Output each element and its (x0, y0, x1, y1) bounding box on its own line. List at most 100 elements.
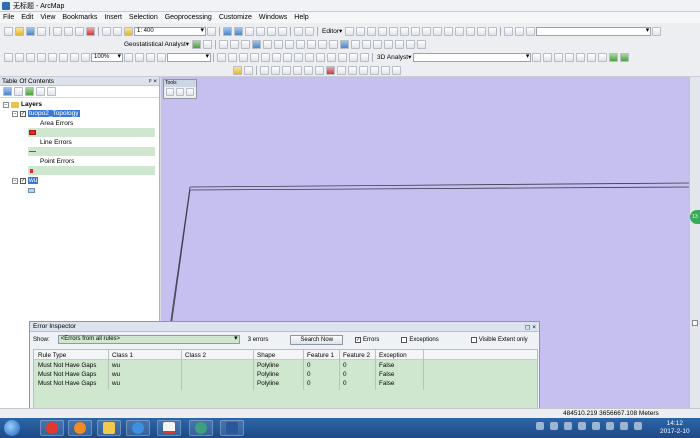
tray-icon[interactable] (564, 422, 572, 430)
list-by-source-icon[interactable] (14, 87, 23, 96)
editor-toolbar-icon[interactable] (207, 26, 216, 36)
close-icon[interactable]: × (532, 324, 536, 331)
cell-class-1[interactable]: wu (110, 379, 120, 388)
layout-page-combo[interactable] (167, 52, 211, 62)
column-header-exception[interactable]: Exception (377, 351, 407, 360)
identify-icon[interactable] (340, 39, 350, 49)
time-slider-icon[interactable] (406, 39, 416, 49)
draw-font-icon[interactable] (261, 52, 270, 62)
layer-visibility-checkbox[interactable]: ✓ (20, 177, 26, 184)
3d-line-icon[interactable] (543, 52, 553, 62)
cell-rule-type[interactable]: Must Not Have Gaps (36, 370, 96, 379)
exceptions-checkbox[interactable] (401, 336, 408, 343)
marker-color-icon[interactable] (338, 52, 347, 62)
map-feature-line[interactable] (189, 186, 691, 191)
focus-data-frame-icon[interactable] (135, 52, 144, 62)
start-button-icon[interactable] (4, 420, 20, 436)
topology-construct-icon[interactable] (337, 65, 346, 75)
maximize-icon[interactable]: ◻ (525, 324, 530, 331)
dock-tab-icon[interactable]: 13 (690, 210, 700, 224)
clock[interactable]: 14:12 2017-2-10 (660, 420, 690, 436)
go-to-xy-icon[interactable] (395, 39, 405, 49)
cell-feature-1[interactable]: 0 (305, 370, 311, 379)
layout-pan-icon[interactable] (26, 52, 35, 62)
georeferencing-icon[interactable] (360, 52, 369, 62)
point-errors-symbol[interactable] (30, 166, 33, 175)
area-errors-symbol[interactable] (29, 128, 36, 137)
collapse-icon[interactable]: − (12, 110, 18, 117)
undo-icon[interactable] (102, 26, 111, 36)
cell-class-1[interactable]: wu (110, 370, 120, 379)
tray-icon[interactable] (634, 422, 642, 430)
georef-icon[interactable] (504, 26, 514, 36)
geostatistical-analyst-menu[interactable]: Geostatistical Analyst▾ (124, 40, 189, 48)
draw-underline-icon[interactable] (294, 52, 303, 62)
line-color-icon[interactable] (327, 52, 336, 62)
3d-contour-icon[interactable] (565, 52, 575, 62)
draw-bold-icon[interactable] (272, 52, 281, 62)
cell-feature-1[interactable]: 0 (305, 379, 311, 388)
tray-icon[interactable] (550, 422, 558, 430)
cell-shape[interactable]: Polyline (255, 379, 279, 388)
wu-symbol[interactable] (28, 186, 35, 195)
fixed-zoom-out-icon[interactable] (274, 39, 284, 49)
collapse-icon[interactable]: − (3, 101, 9, 108)
georef-icon-3[interactable] (526, 26, 536, 36)
list-by-drawing-order-icon[interactable] (3, 87, 12, 96)
search-now-button[interactable]: Search Now (290, 334, 344, 345)
topology-align-icon[interactable] (370, 65, 379, 75)
draw-select-icon[interactable] (217, 52, 226, 62)
show-shared-features-icon[interactable] (282, 65, 291, 75)
globe-icon[interactable] (609, 52, 619, 62)
fixed-zoom-in-icon[interactable] (263, 39, 273, 49)
tray-icon[interactable] (592, 422, 600, 430)
html-popup-icon[interactable] (351, 39, 361, 49)
point-errors-item[interactable]: Point Errors (40, 157, 74, 166)
clear-selection-icon[interactable] (318, 39, 328, 49)
cut-polygons-icon[interactable] (433, 26, 443, 36)
layout-zoom-out-icon[interactable] (15, 52, 24, 62)
map-feature-line[interactable] (169, 186, 191, 328)
layout-previous-icon[interactable] (70, 52, 79, 62)
menu-customize[interactable]: Customize (219, 14, 252, 21)
topology-option-icon-2[interactable] (392, 65, 401, 75)
taskbar-arcmap-icon[interactable] (189, 420, 213, 436)
paste-icon[interactable] (75, 26, 84, 36)
edit-annotation-icon[interactable] (356, 26, 366, 36)
point-icon[interactable] (400, 26, 410, 36)
scene-icon[interactable] (620, 52, 630, 62)
3d-analyst-layer-combo[interactable] (413, 52, 532, 62)
3d-lineofsight-icon[interactable] (587, 52, 597, 62)
shadow-icon[interactable] (349, 52, 358, 62)
layer-visibility-checkbox[interactable]: ✓ (20, 110, 26, 117)
topology-edit-tool-icon[interactable] (271, 65, 280, 75)
model-builder-icon[interactable] (278, 26, 287, 36)
taskbar-ie-icon[interactable] (126, 420, 150, 436)
find-route-icon[interactable] (384, 39, 394, 49)
topology-layer[interactable]: − ✓ tuopo2_Topology (12, 109, 80, 118)
menu-view[interactable]: View (40, 14, 55, 21)
menu-edit[interactable]: Edit (21, 14, 33, 21)
draw-rectangle-icon[interactable] (239, 52, 248, 62)
zoom-in-icon[interactable] (166, 88, 174, 96)
open-icon[interactable] (15, 26, 24, 36)
topology-edit-icon[interactable] (305, 26, 314, 36)
layout-zoom-in-icon[interactable] (4, 52, 13, 62)
topology-option-icon[interactable] (244, 65, 253, 75)
line-errors-item[interactable]: Line Errors (40, 138, 72, 147)
toolbar-option-icon[interactable] (652, 26, 662, 36)
map-topology-icon[interactable] (260, 65, 269, 75)
change-layout-icon[interactable] (146, 52, 155, 62)
trace-icon[interactable] (389, 26, 399, 36)
menu-geoprocessing[interactable]: Geoprocessing (165, 14, 212, 21)
topology-validate-area-icon[interactable] (304, 65, 313, 75)
geostat-wizard-icon[interactable] (192, 39, 202, 49)
attributes-icon[interactable] (466, 26, 476, 36)
pan-icon[interactable] (186, 88, 194, 96)
cell-exception[interactable]: False (377, 379, 394, 388)
line-errors-symbol[interactable] (29, 147, 36, 156)
errors-checkbox[interactable]: ✓ (355, 336, 362, 343)
zoom-in-icon[interactable] (219, 39, 229, 49)
arctoolbox-icon[interactable] (256, 26, 265, 36)
layout-fixed-zoom-icon[interactable] (59, 52, 68, 62)
